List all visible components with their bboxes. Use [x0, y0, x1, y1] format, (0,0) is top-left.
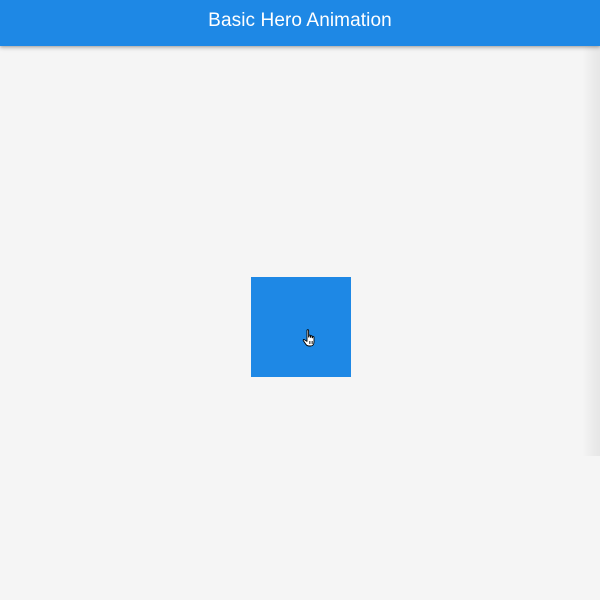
hero-box[interactable] — [251, 277, 351, 377]
app-bar-title: Basic Hero Animation — [208, 10, 392, 31]
app-bar: Basic Hero Animation — [0, 0, 600, 46]
app-window: Basic Hero Animation — [0, 0, 600, 600]
